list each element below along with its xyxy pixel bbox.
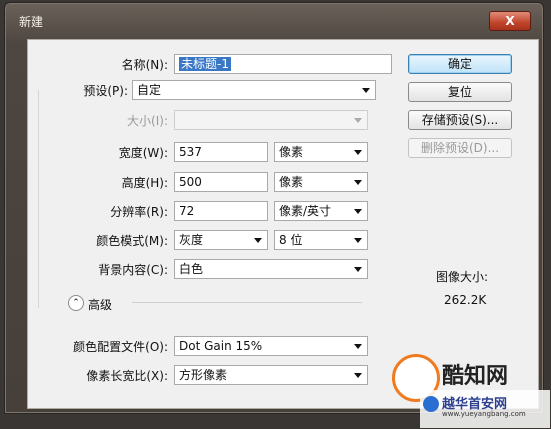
advanced-divider [132, 302, 362, 303]
width-label: 宽度(W): [118, 146, 168, 160]
width-input[interactable]: 537 [174, 142, 268, 162]
height-label: 高度(H): [121, 176, 168, 190]
chevron-down-icon [354, 344, 362, 349]
delete-preset-button: 删除预设(D)... [408, 138, 512, 158]
height-input[interactable]: 500 [174, 172, 268, 192]
color-profile-select[interactable]: Dot Gain 15% [174, 336, 368, 356]
size-label: 大小(I): [127, 114, 168, 128]
color-mode-value: 灰度 [179, 233, 204, 247]
background-select[interactable]: 白色 [174, 259, 368, 279]
ok-button[interactable]: 确定 [408, 54, 512, 74]
watermark-badge: 越华首安网 www.yueyangbang.com [420, 390, 550, 428]
watermark-brand: 酷知网 [442, 364, 509, 389]
resolution-label: 分辨率(R): [110, 205, 168, 219]
bit-depth-value: 8 位 [279, 233, 303, 247]
pixel-aspect-label: 像素长宽比(X): [86, 369, 168, 383]
pixel-aspect-value: 方形像素 [179, 368, 228, 382]
reset-button[interactable]: 复位 [408, 82, 512, 102]
preset-value: 自定 [137, 83, 162, 97]
new-document-dialog: 新建 X 名称(N): 未标题-1 预设(P): 自定 大小(I): 宽度(W)… [4, 2, 544, 414]
chevron-down-icon [354, 267, 362, 272]
color-profile-label: 颜色配置文件(O): [73, 340, 168, 354]
width-unit-select[interactable]: 像素 [274, 142, 368, 162]
chevron-down-icon [354, 118, 362, 123]
chevron-down-icon [354, 373, 362, 378]
name-input[interactable]: 未标题-1 [174, 54, 392, 74]
chevron-down-icon [354, 209, 362, 214]
watermark-badge-icon [423, 396, 439, 412]
color-mode-label: 颜色模式(M): [96, 234, 168, 248]
chevron-down-icon [254, 238, 262, 243]
background-label: 背景内容(C): [98, 263, 168, 277]
dialog-client-area: 名称(N): 未标题-1 预设(P): 自定 大小(I): 宽度(W): 537… [27, 39, 539, 409]
name-label: 名称(N): [121, 58, 168, 72]
image-size-value: 262.2K [444, 293, 487, 307]
chevron-down-icon [354, 180, 362, 185]
color-profile-value: Dot Gain 15% [179, 339, 263, 353]
resolution-unit-value: 像素/英寸 [279, 204, 332, 218]
chevron-down-icon [362, 88, 370, 93]
height-unit-select[interactable]: 像素 [274, 172, 368, 192]
close-button[interactable]: X [489, 11, 531, 31]
chevron-down-icon [354, 150, 362, 155]
image-size-label: 图像大小: [436, 270, 489, 284]
width-unit-value: 像素 [279, 145, 304, 159]
dialog-title: 新建 [19, 15, 44, 29]
title-bar: 新建 X [5, 3, 543, 37]
resolution-unit-select[interactable]: 像素/英寸 [274, 201, 368, 221]
save-preset-button[interactable]: 存储预设(S)... [408, 110, 512, 130]
collapse-advanced-icon[interactable]: ⌃ [68, 295, 84, 311]
watermark-badge-url: www.yueyangbang.com [442, 410, 526, 418]
advanced-label: 高级 [88, 298, 113, 312]
preset-label: 预设(P): [83, 84, 128, 98]
background-value: 白色 [179, 262, 204, 276]
pixel-aspect-select[interactable]: 方形像素 [174, 365, 368, 385]
name-value: 未标题-1 [179, 57, 231, 71]
preset-select[interactable]: 自定 [132, 80, 376, 100]
color-mode-select[interactable]: 灰度 [174, 230, 268, 250]
size-select [174, 110, 368, 130]
height-unit-value: 像素 [279, 175, 304, 189]
bit-depth-select[interactable]: 8 位 [274, 230, 368, 250]
resolution-input[interactable]: 72 [174, 201, 268, 221]
chevron-down-icon [354, 238, 362, 243]
